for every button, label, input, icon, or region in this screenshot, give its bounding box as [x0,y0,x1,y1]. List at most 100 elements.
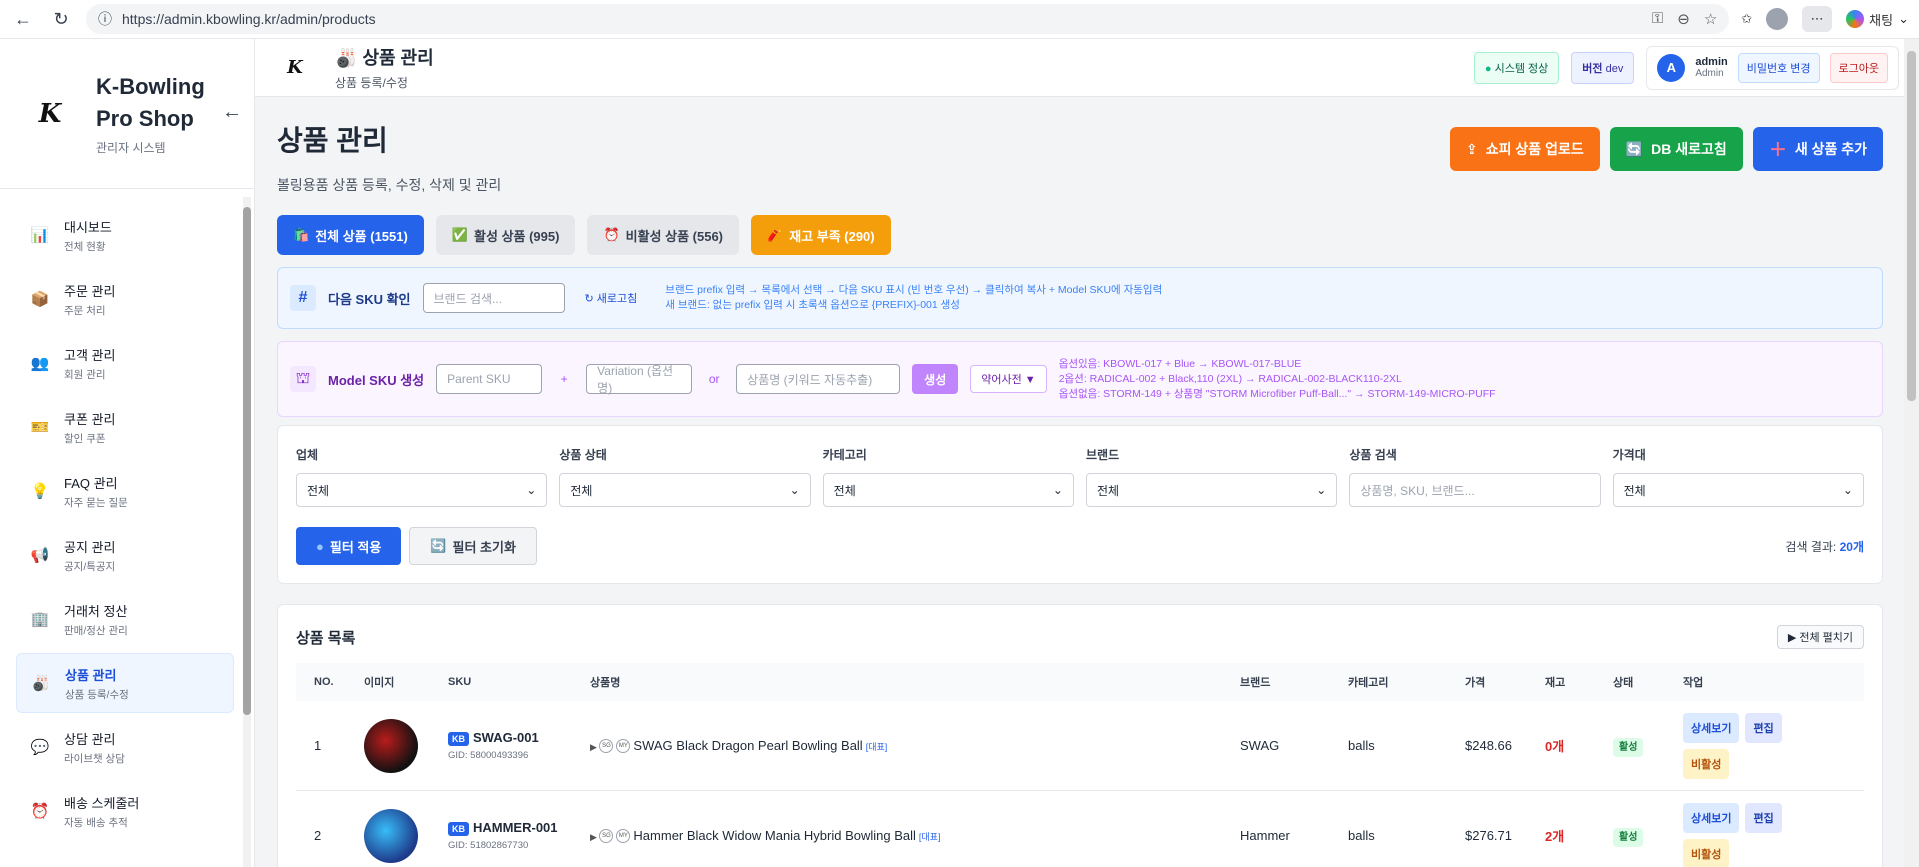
db-refresh-button[interactable]: 🔄 DB 새로고침 [1609,127,1743,171]
column-header: 작업 [1683,677,1704,689]
column-header: NO. [314,676,334,688]
edit-button[interactable]: 편집 [1745,712,1782,743]
tab-all-products[interactable]: 🛍️ 전체 상품 (1551) [277,215,424,255]
filter-select[interactable]: 전체 ⌄ [296,473,548,507]
gid: GID: 51802867730 [448,839,529,851]
sidebar-item-3[interactable]: 🎫 쿠폰 관리 할인 쿠폰 [16,397,234,457]
sidebar-item-5[interactable]: 📢 공지 관리 공지/특공지 [16,525,234,585]
abbreviation-dict-button[interactable]: 약어사전 ▼ [970,365,1047,393]
copilot-chat-button[interactable]: 채팅 ⌄ [1846,10,1909,29]
key-icon[interactable]: ⚿ [1652,10,1663,28]
product-name: Hammer Black Widow Mania Hybrid Bowling … [633,827,916,843]
zoom-icon[interactable]: ⊖ [1677,10,1690,28]
tab-low-stock[interactable]: 🧨 재고 부족 (290) [751,215,891,255]
add-product-button[interactable]: ＋ 새 상품 추가 [1752,127,1883,171]
column-header: 재고 [1545,677,1566,689]
filter-col-3: 브랜드 전체 ⌄ [1085,446,1338,507]
change-password-button[interactable]: 비밀번호 변경 [1737,52,1820,83]
sidebar-item-8[interactable]: 💬 상담 관리 라이브챗 상담 [16,717,234,777]
sidebar-item-6[interactable]: 🏢 거래처 정산 판매/정산 관리 [16,589,234,649]
sidebar-item-sub: 자동 배송 추적 [64,816,128,829]
sidebar: K K-Bowling Pro Shop 관리자 시스템 ← 📊 대시보드 전체 … [0,39,255,867]
filter-col-4: 상품 검색 상품명, SKU, 브랜드... [1349,446,1601,507]
page-title: 상품 관리 [277,125,388,156]
brand-cell: Hammer [1240,828,1290,843]
sidebar-item-2[interactable]: 👥 고객 관리 회원 관리 [16,333,234,393]
gid: GID: 58000493396 [448,749,529,761]
sidebar-scrollbar[interactable] [243,197,251,867]
sidebar-item-label: 배송 스케줄러 [64,795,140,811]
site-info-icon[interactable]: ⓘ [98,9,112,29]
sidebar-item-4[interactable]: 💡 FAQ 관리 자주 묻는 질문 [16,461,234,521]
sidebar-brand: K K-Bowling Pro Shop 관리자 시스템 ← [0,39,254,189]
filter-panel: 업체 전체 ⌄ 상품 상태 전체 ⌄ 카테고리 전체 ⌄ 브랜드 전체 ⌄ 상품 검색 상품명,… [277,425,1883,584]
filter-select[interactable]: 전체 ⌄ [559,473,811,507]
brand-title-1: K-Bowling [96,74,205,99]
header-icon: 🎳 [335,48,358,68]
sku-hint-1: 브랜드 prefix 입력 → 목록에서 선택 → 다음 SKU 표시 (빈 번… [665,284,1163,296]
product-image[interactable] [364,718,418,773]
address-bar[interactable]: ⓘ https://admin.kbowling.kr/admin/produc… [86,4,1730,34]
main-area: K 🎳 상품 관리 상품 등록/수정 ● 시스템 정상 버전 dev A adm… [255,39,1919,867]
shopee-upload-button[interactable]: ⇪ 쇼피 상품 업로드 [1450,127,1600,171]
variation-input[interactable]: Variation (옵션명) [586,364,693,395]
generate-button[interactable]: 생성 [912,364,959,394]
chevron-down-icon: ⌄ [526,483,537,497]
sku-code: HAMMER-001 [473,820,558,836]
sidebar-item-label: 상담 관리 [64,731,116,747]
copilot-icon [1846,10,1865,28]
edit-button[interactable]: 편집 [1745,802,1782,833]
favorites-icon[interactable]: ✩ [1741,11,1752,27]
reset-filter-button[interactable]: 🔄 필터 초기화 [409,527,537,565]
sidebar-item-7[interactable]: 🎳 상품 관리 상품 등록/수정 [16,653,234,713]
product-name-input[interactable]: 상품명 (키워드 자동추출) [736,364,901,394]
deactivate-button[interactable]: 비활성 [1683,748,1730,779]
expand-row-icon[interactable]: ▶ [590,832,599,842]
more-menu-icon[interactable]: ⋯ [1802,6,1833,32]
filter-select[interactable]: 전체 ⌄ [1085,473,1338,507]
view-detail-button[interactable]: 상세보기 [1683,802,1740,833]
tab-inactive-products[interactable]: ⏰ 비활성 상품 (556) [587,215,740,255]
product-list: 상품 목록 ▶ 전체 펼치기 NO. 이미지 SKU 상품명 브랜드 카테고리 가격 재고 상태… [277,604,1883,867]
chat-label: 채팅 [1869,12,1894,28]
expand-all-button[interactable]: ▶ 전체 펼치기 [1776,625,1864,649]
model-hint-2: 2옵션: RADICAL-002 + Black,110 (2XL) → RAD… [1058,372,1402,385]
brand-search-input[interactable]: 브랜드 검색... [422,283,565,313]
view-detail-button[interactable]: 상세보기 [1683,712,1740,743]
row-no: 2 [314,828,322,843]
reload-icon[interactable]: ↻ [48,6,74,32]
brand-title-2: Pro Shop [96,106,194,131]
expand-row-icon[interactable]: ▶ [590,742,599,752]
filter-select[interactable]: 전체 ⌄ [1612,473,1864,507]
kb-badge: KB [448,821,469,836]
sidebar-item-1[interactable]: 📦 주문 관리 주문 처리 [16,269,234,329]
product-search-input[interactable]: 상품명, SKU, 브랜드... [1349,473,1601,507]
sidebar-item-9[interactable]: ⏰ 배송 스케줄러 자동 배송 추적 [16,781,234,841]
sidebar-menu: 📊 대시보드 전체 현황 📦 주문 관리 주문 처리 👥 고객 관리 회원 관리 🎫 … [0,189,254,841]
collapse-sidebar-icon[interactable]: ← [222,101,242,124]
filter-select[interactable]: 전체 ⌄ [822,473,1074,507]
deactivate-button[interactable]: 비활성 [1683,838,1730,867]
logout-button[interactable]: 로그아웃 [1829,52,1888,83]
category-cell: balls [1348,738,1375,753]
column-header: 상품명 [590,677,621,689]
sidebar-item-sub: 전체 현황 [64,240,106,253]
sidebar-item-0[interactable]: 📊 대시보드 전체 현황 [16,205,234,265]
tab-active-products[interactable]: ✅ 활성 상품 (995) [435,215,576,255]
profile-icon[interactable] [1766,8,1789,30]
sku-hint-2: 새 브랜드: 없는 prefix 입력 시 초록색 옵션으로 {PREFIX}-… [665,299,960,311]
apply-filter-button[interactable]: ● 필터 적용 [296,527,402,565]
parent-sku-input[interactable]: Parent SKU [436,364,543,394]
back-arrow-icon[interactable]: ← [10,6,36,32]
page-scrollbar[interactable] [1904,39,1919,867]
header-subtitle: 상품 등록/수정 [335,76,408,90]
filter-col-1: 상품 상태 전체 ⌄ [559,446,811,507]
sidebar-item-label: 주문 관리 [64,283,116,299]
product-image[interactable] [364,808,418,863]
table-row: 1 KB SWAG-001 GID: 58000493396 ▶ SG MY SWAG… [296,701,1864,791]
star-icon[interactable]: ☆ [1704,10,1717,28]
sku-refresh-button[interactable]: ↻ 새로고침 [585,290,638,306]
column-header: 브랜드 [1240,677,1271,689]
filter-label: 상품 검색 [1349,448,1397,462]
dot-icon: ● [316,538,324,554]
